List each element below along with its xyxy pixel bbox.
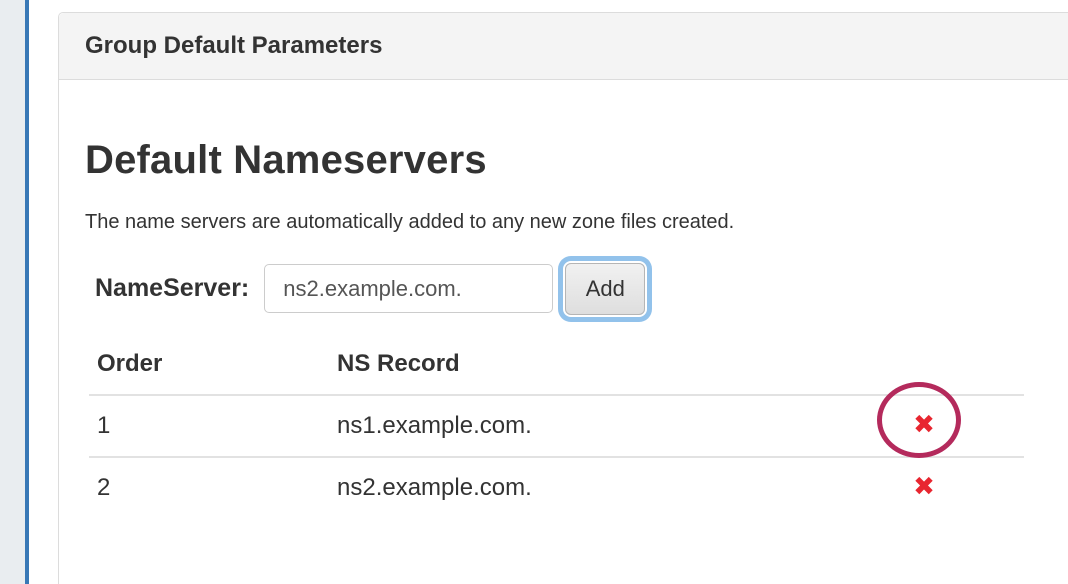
column-header-actions <box>824 344 1024 395</box>
panel-title: Group Default Parameters <box>85 32 382 60</box>
delete-red-x-icon[interactable]: ✖ <box>913 474 935 500</box>
nameserver-form: NameServer: Add <box>85 261 1042 316</box>
column-header-order: Order <box>89 344 329 395</box>
panel-header: Group Default Parameters <box>59 13 1068 80</box>
ns-record-cell: ns1.example.com. <box>329 395 824 457</box>
left-gutter <box>0 0 25 584</box>
table-row: 1 ns1.example.com. ✖ <box>89 395 1024 457</box>
column-header-ns-record: NS Record <box>329 344 824 395</box>
nameservers-table: Order NS Record 1 ns1.example.com. ✖ 2 n… <box>89 344 1024 518</box>
page-title: Default Nameservers <box>85 138 1042 182</box>
nameserver-input[interactable] <box>264 264 553 313</box>
description-text: The name servers are automatically added… <box>85 210 1042 235</box>
accent-divider-line <box>25 0 29 584</box>
order-cell: 1 <box>89 395 329 457</box>
panel-body: Default Nameservers The name servers are… <box>59 80 1068 518</box>
table-row: 2 ns2.example.com. ✖ <box>89 457 1024 518</box>
delete-red-x-icon[interactable]: ✖ <box>913 412 935 438</box>
action-cell: ✖ <box>824 395 1024 457</box>
table-header-row: Order NS Record <box>89 344 1024 395</box>
order-cell: 2 <box>89 457 329 518</box>
group-default-parameters-panel: Group Default Parameters Default Nameser… <box>58 12 1068 584</box>
nameserver-label: NameServer: <box>95 274 249 303</box>
action-cell: ✖ <box>824 457 1024 518</box>
ns-record-cell: ns2.example.com. <box>329 457 824 518</box>
add-button[interactable]: Add <box>565 263 645 315</box>
